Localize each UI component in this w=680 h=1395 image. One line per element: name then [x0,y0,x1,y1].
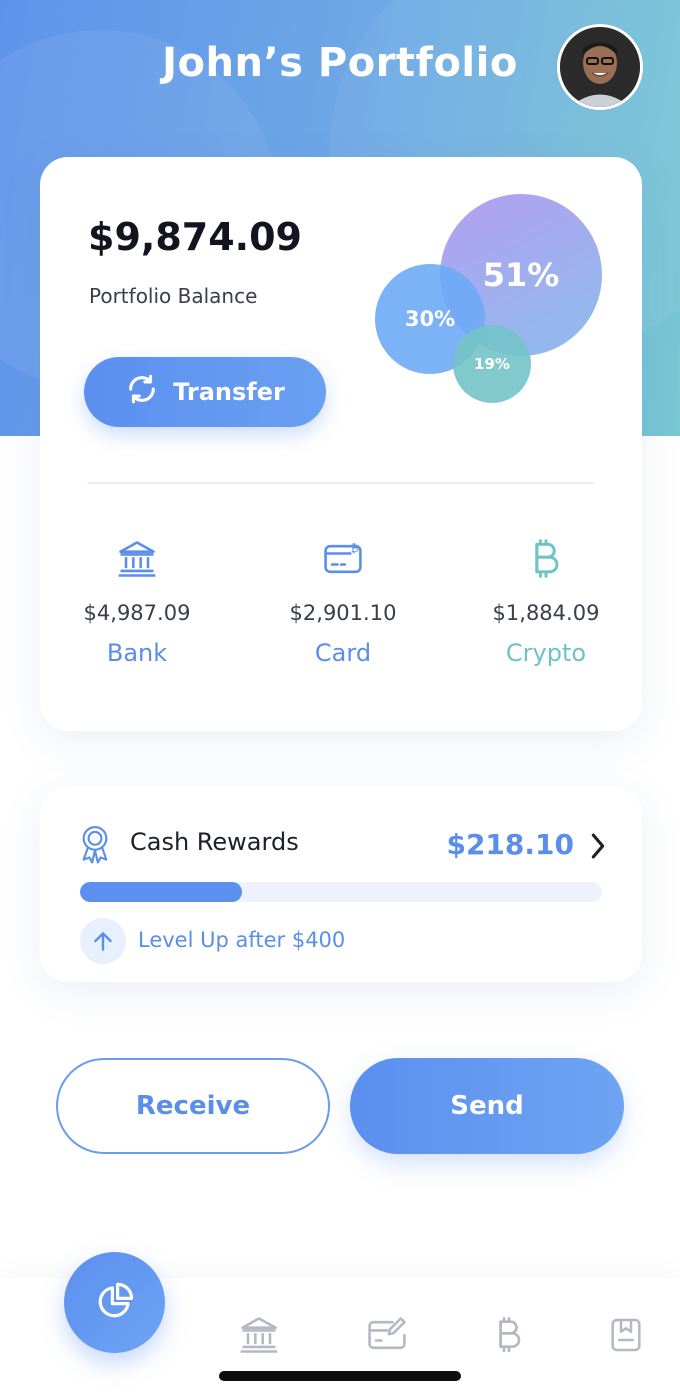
portfolio-balance: $9,874.09 [88,215,302,259]
statement-icon [606,1315,646,1359]
cash-rewards-title: Cash Rewards [130,828,299,856]
account-card[interactable]: ₿ $2,901.10 Card [253,537,433,667]
tab-bank[interactable] [236,1314,282,1360]
rewards-progress-fill [80,882,242,902]
rewards-progress-bar [80,882,602,902]
chevron-right-icon[interactable] [590,832,606,864]
account-bank-amount: $4,987.09 [83,601,191,625]
account-bank-label: Bank [106,639,168,667]
allocation-bubble-chart: 51% 30% 19% [370,192,610,412]
tab-portfolio[interactable] [64,1252,165,1353]
tab-crypto[interactable] [486,1314,532,1360]
account-crypto-amount: $1,884.09 [492,601,600,625]
account-crypto[interactable]: $1,884.09 Crypto [456,537,636,667]
account-bank[interactable]: $4,987.09 Bank [47,537,227,667]
account-card-amount: $2,901.10 [289,601,397,625]
pie-chart-icon [94,1280,136,1326]
allocation-bubble-19: 19% [453,325,531,403]
tab-card[interactable] [364,1314,410,1360]
tab-statement[interactable] [603,1314,649,1360]
avatar[interactable] [557,24,643,110]
bitcoin-icon [456,537,636,581]
card-icon: ₿ [253,537,433,581]
home-indicator [219,1371,461,1381]
bitcoin-icon [489,1315,529,1359]
cash-rewards-card[interactable]: Cash Rewards $218.10 Level Up after $400 [40,786,642,982]
receive-button[interactable]: Receive [56,1058,330,1154]
portfolio-card: $9,874.09 Portfolio Balance Transfer 51%… [40,157,642,731]
bank-icon [47,537,227,581]
level-up-text: Level Up after $400 [138,928,346,952]
account-crypto-label: Crypto [505,639,587,667]
transfer-button[interactable]: Transfer [84,357,326,427]
svg-text:₿: ₿ [351,542,359,555]
portfolio-balance-label: Portfolio Balance [89,284,258,308]
divider [88,482,594,484]
send-button[interactable]: Send [350,1058,624,1154]
account-card-label: Card [314,639,372,667]
card-edit-icon [365,1313,409,1361]
bank-icon [237,1313,281,1361]
transfer-label: Transfer [173,378,285,406]
award-icon [78,824,112,868]
arrow-up-icon [80,918,126,964]
refresh-icon [125,372,159,412]
cash-rewards-amount: $218.10 [446,828,574,861]
